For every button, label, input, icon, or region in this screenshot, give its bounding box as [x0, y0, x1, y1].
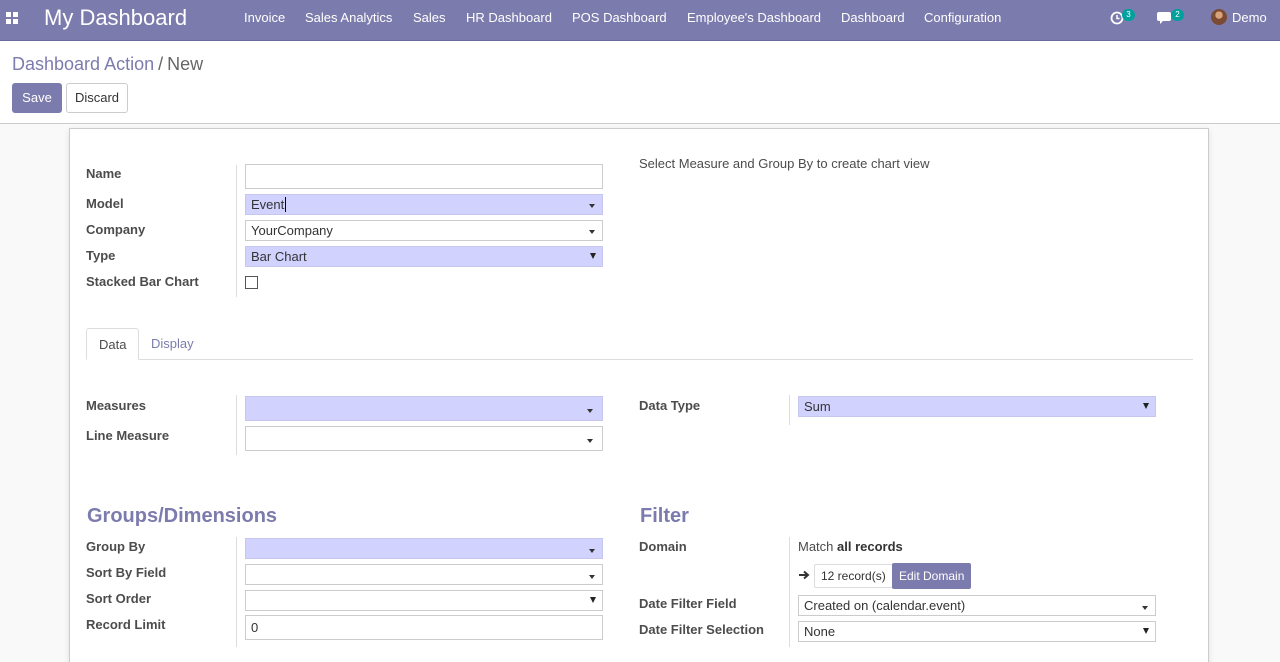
arrow-right-icon — [799, 570, 810, 580]
type-label: Type — [86, 248, 116, 263]
model-select[interactable]: Event — [245, 194, 603, 215]
model-label: Model — [86, 196, 124, 211]
app-title: My Dashboard — [44, 5, 188, 30]
chevron-down-icon — [1142, 606, 1148, 610]
domain-label: Domain — [639, 539, 687, 554]
stacked-bar-chart-label: Stacked Bar Chart — [86, 274, 199, 289]
records-count-button[interactable]: 12 record(s) — [814, 564, 893, 588]
company-label: Company — [86, 222, 146, 237]
tab-display[interactable]: Display — [139, 328, 206, 360]
chevron-down-icon — [589, 230, 595, 234]
messages-count-badge: 2 — [1171, 9, 1184, 21]
user-avatar[interactable] — [1211, 9, 1227, 25]
sort-order-select[interactable] — [245, 590, 603, 611]
record-limit-input[interactable]: 0 — [245, 615, 603, 640]
menu-item-invoice[interactable]: Invoice — [244, 10, 285, 25]
notebook-tabs: Data Display — [86, 328, 1193, 360]
activity-systray[interactable]: 3 — [1110, 8, 1138, 28]
group-divider — [236, 165, 237, 297]
chevron-down-icon — [589, 204, 595, 208]
type-value: Bar Chart — [251, 249, 307, 264]
breadcrumb-parent[interactable]: Dashboard Action — [12, 54, 154, 74]
group-divider — [236, 537, 237, 647]
filter-title: Filter — [640, 505, 689, 527]
model-value: Event — [251, 197, 285, 212]
group-by-label: Group By — [86, 539, 146, 554]
edit-domain-button[interactable]: Edit Domain — [892, 563, 972, 589]
groups-dimensions-title: Groups/Dimensions — [87, 505, 278, 527]
date-filter-field-select[interactable]: Created on (calendar.event) — [798, 595, 1156, 616]
company-select[interactable]: YourCompany — [245, 220, 603, 241]
data-type-label: Data Type — [639, 398, 701, 413]
stacked-bar-chart-checkbox[interactable] — [245, 276, 258, 289]
chevron-down-icon — [587, 439, 593, 443]
name-label: Name — [86, 166, 122, 181]
form-sheet: Name Model Company Type Stacked Bar Char… — [69, 128, 1209, 662]
menu-item-sales-analytics[interactable]: Sales Analytics — [305, 10, 392, 25]
dropdown-arrow-icon — [590, 597, 596, 603]
menu-item-configuration[interactable]: Configuration — [924, 10, 1001, 25]
chevron-down-icon — [589, 549, 595, 553]
type-select[interactable]: Bar Chart — [245, 246, 603, 267]
domain-prefix: Match — [798, 539, 834, 554]
date-filter-selection-value: None — [804, 624, 836, 639]
line-measure-select[interactable] — [245, 426, 603, 451]
data-type-select[interactable]: Sum — [798, 396, 1156, 417]
menu-item-employees-dashboard[interactable]: Employee's Dashboard — [687, 10, 821, 25]
save-button[interactable]: Save — [12, 83, 62, 113]
menu-item-hr-dashboard[interactable]: HR Dashboard — [466, 10, 552, 25]
date-filter-field-value: Created on (calendar.event) — [804, 598, 966, 613]
group-by-select[interactable] — [245, 538, 603, 559]
group-divider — [789, 537, 790, 647]
date-filter-field-label: Date Filter Field — [639, 596, 737, 611]
dropdown-arrow-icon — [1143, 403, 1149, 409]
date-filter-selection-label: Date Filter Selection — [639, 622, 764, 637]
date-filter-selection-select[interactable]: None — [798, 621, 1156, 642]
discard-button[interactable]: Discard — [66, 83, 128, 113]
measures-label: Measures — [86, 398, 146, 413]
group-divider — [789, 395, 790, 425]
measures-select[interactable] — [245, 396, 603, 421]
apps-menu-icon[interactable] — [6, 12, 18, 24]
control-panel: Dashboard Action / New Save Discard — [0, 41, 1280, 124]
menu-item-sales[interactable]: Sales — [413, 10, 446, 25]
dropdown-arrow-icon — [1143, 628, 1149, 634]
chevron-down-icon — [589, 575, 595, 579]
user-menu[interactable]: Demo — [1232, 10, 1267, 25]
chevron-down-icon — [587, 409, 593, 413]
sort-order-label: Sort Order — [86, 591, 152, 606]
name-input[interactable] — [245, 164, 603, 189]
sort-by-field-label: Sort By Field — [86, 565, 167, 580]
line-measure-label: Line Measure — [86, 428, 170, 443]
top-navbar: My Dashboard Invoice Sales Analytics Sal… — [0, 0, 1280, 41]
domain-summary: Match all records — [798, 539, 903, 554]
domain-scope: all records — [837, 539, 903, 554]
breadcrumb-separator: / — [158, 54, 164, 74]
company-value: YourCompany — [251, 223, 333, 238]
group-divider — [236, 395, 237, 455]
record-limit-label: Record Limit — [86, 617, 166, 632]
menu-item-pos-dashboard[interactable]: POS Dashboard — [572, 10, 667, 25]
menu-item-dashboard[interactable]: Dashboard — [841, 10, 905, 25]
chart-hint-text: Select Measure and Group By to create ch… — [639, 156, 930, 171]
messages-systray[interactable]: 2 — [1157, 8, 1185, 28]
text-cursor — [285, 197, 287, 212]
data-type-value: Sum — [804, 399, 831, 414]
sort-by-field-select[interactable] — [245, 564, 603, 585]
breadcrumb-current: New — [167, 54, 204, 74]
breadcrumb: Dashboard Action / New — [12, 54, 203, 75]
tab-data[interactable]: Data — [86, 328, 140, 360]
activity-count-badge: 3 — [1122, 9, 1135, 21]
dropdown-arrow-icon — [590, 253, 596, 259]
